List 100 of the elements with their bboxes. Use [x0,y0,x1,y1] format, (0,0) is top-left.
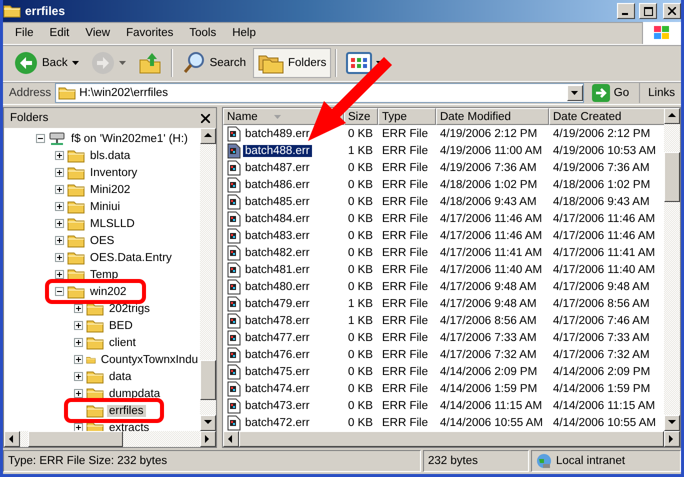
close-button[interactable] [663,3,681,19]
file-row[interactable]: batch473.err 0 KB ERR File 4/14/2006 11:15 AM 4/14/2006 11:15 AM [223,397,664,414]
tree-item[interactable]: CountyxTownxIndu [98,354,200,366]
tree-item[interactable]: errfiles [107,404,146,416]
tree-item[interactable]: Inventory [88,166,140,178]
expand-icon[interactable] [55,236,64,245]
file-row[interactable]: batch476.err 0 KB ERR File 4/17/2006 7:32 AM 4/17/2006 7:32 AM [223,346,664,363]
status-size: 232 bytes [423,450,529,472]
go-button[interactable]: Go [588,83,640,103]
expand-icon[interactable] [74,389,83,398]
links-button[interactable]: Links [644,87,679,99]
file-row[interactable]: batch482.err 0 KB ERR File 4/17/2006 11:41 AM 4/17/2006 11:41 AM [223,244,664,261]
table-cell-text: ERR File [381,264,430,276]
menu-item[interactable]: Edit [42,25,78,41]
back-button[interactable]: Back [9,48,84,78]
tree-item[interactable]: f$ on 'Win202me1' (H:) [69,132,190,144]
search-button[interactable]: Search [176,48,252,78]
expand-icon[interactable] [55,270,64,279]
column-header[interactable]: Type [378,108,436,125]
tree-item[interactable]: 202trigs [107,302,152,314]
expand-icon[interactable] [55,168,64,177]
file-icon [227,296,241,312]
file-row[interactable]: batch483.err 0 KB ERR File 4/17/2006 11:46 AM 4/17/2006 11:46 AM [223,227,664,244]
menu-item[interactable]: Help [224,25,264,41]
column-header[interactable]: Date Created [549,108,664,125]
file-row[interactable]: batch485.err 0 KB ERR File 4/18/2006 9:43 AM 4/18/2006 9:43 AM [223,193,664,210]
file-row[interactable]: batch481.err 0 KB ERR File 4/17/2006 11:40 AM 4/17/2006 11:40 AM [223,261,664,278]
caret-icon [571,91,578,95]
table-cell-text: 4/14/2006 11:15 AM [439,400,544,412]
right-arrow-icon [204,435,212,443]
tree-item[interactable]: extracts [107,422,152,431]
tree-item[interactable]: dumpdata [107,388,162,400]
close-icon[interactable] [201,114,210,122]
table-cell-text: ERR File [381,298,430,310]
file-row[interactable]: batch478.err 1 KB ERR File 4/17/2006 8:56 AM 4/17/2006 7:46 AM [223,312,664,329]
expand-icon[interactable] [74,304,83,313]
folders-button[interactable]: Folders [253,48,332,78]
file-row[interactable]: batch474.err 0 KB ERR File 4/14/2006 1:59 PM 4/14/2006 1:59 PM [223,380,664,397]
collapse-icon[interactable] [55,287,64,296]
tree-item[interactable]: Mini202 [88,184,132,196]
table-cell-text: 4/14/2006 10:55 AM [552,416,657,428]
tree-item[interactable]: MLSLLD [88,218,137,230]
file-icon [227,312,241,328]
column-header[interactable]: Date Modified [436,108,549,125]
file-row[interactable]: batch487.err 0 KB ERR File 4/19/2006 7:36 AM 4/19/2006 7:36 AM [223,159,664,176]
expand-icon[interactable] [55,253,64,262]
file-row[interactable]: batch479.err 1 KB ERR File 4/17/2006 9:48 AM 4/17/2006 8:56 AM [223,295,664,312]
address-field[interactable]: H:\win202\errfiles [55,83,584,103]
tree-item[interactable]: data [107,370,134,382]
file-row[interactable]: batch480.err 0 KB ERR File 4/17/2006 9:48 AM 4/17/2006 9:48 AM [223,278,664,295]
file-row[interactable]: batch488.err 1 KB ERR File 4/19/2006 11:00 AM 4/19/2006 10:53 AM [223,142,664,159]
column-header[interactable]: Size [344,108,378,125]
scrollbar-thumb[interactable] [28,431,123,447]
tree-item[interactable]: OES [88,234,116,246]
scrollbar-thumb[interactable] [664,152,680,202]
expand-icon[interactable] [74,355,83,364]
expand-icon[interactable] [55,185,64,194]
file-icon [227,262,241,278]
expand-icon[interactable] [74,321,83,330]
file-row[interactable]: batch484.err 0 KB ERR File 4/17/2006 11:46 AM 4/17/2006 11:46 AM [223,210,664,227]
menu-item[interactable]: View [77,25,118,41]
tree-item[interactable]: win202 [88,286,128,298]
scrollbar-thumb[interactable] [200,360,216,400]
file-row[interactable]: batch477.err 0 KB ERR File 4/17/2006 7:33 AM 4/17/2006 7:33 AM [223,329,664,346]
collapse-icon[interactable] [36,134,45,143]
tree-item[interactable]: Miniui [88,200,122,212]
tree-item[interactable]: BED [107,320,135,332]
folder-icon [67,182,85,196]
tree-item[interactable]: client [107,336,138,348]
expand-icon[interactable] [74,338,83,347]
file-row[interactable]: batch475.err 0 KB ERR File 4/14/2006 2:09 PM 4/14/2006 2:09 PM [223,363,664,380]
table-cell-text: 4/19/2006 11:00 AM [439,144,544,156]
tree-item[interactable]: bls.data [88,150,132,162]
table-cell-text: 4/17/2006 11:41 AM [439,246,544,258]
table-cell-text: ERR File [381,314,430,326]
file-name: batch485.err [244,196,311,208]
file-row[interactable]: batch472.err 0 KB ERR File 4/14/2006 10:55 AM 4/14/2006 10:55 AM [223,414,664,431]
file-row[interactable]: batch486.err 0 KB ERR File 4/18/2006 1:02 PM 4/18/2006 1:02 PM [223,176,664,193]
menu-item[interactable]: File [7,25,42,41]
table-cell-text: 0 KB [347,366,374,378]
vertical-scrollbar[interactable] [200,128,216,431]
menu-item[interactable]: Favorites [118,25,182,41]
folder-icon [67,284,85,298]
file-icon [227,364,241,380]
file-row[interactable]: batch489.err 0 KB ERR File 4/19/2006 2:12 PM 4/19/2006 2:12 PM [223,125,664,142]
tree-item[interactable]: OES.Data.Entry [88,252,174,264]
vertical-scrollbar[interactable] [664,108,680,431]
maximize-button[interactable] [639,3,657,19]
minimize-button[interactable] [617,3,635,19]
expand-icon[interactable] [55,151,64,160]
tree-item[interactable]: Temp [88,268,120,280]
expand-icon[interactable] [74,372,83,381]
expand-icon[interactable] [55,219,64,228]
table-cell-text: ERR File [381,230,430,242]
table-cell-text: 0 KB [347,128,374,140]
expand-icon[interactable] [55,202,64,211]
expand-icon[interactable] [74,423,83,431]
horizontal-scrollbar[interactable] [4,431,216,447]
menu-item[interactable]: Tools [181,25,224,41]
dropdown-button[interactable] [566,85,583,101]
